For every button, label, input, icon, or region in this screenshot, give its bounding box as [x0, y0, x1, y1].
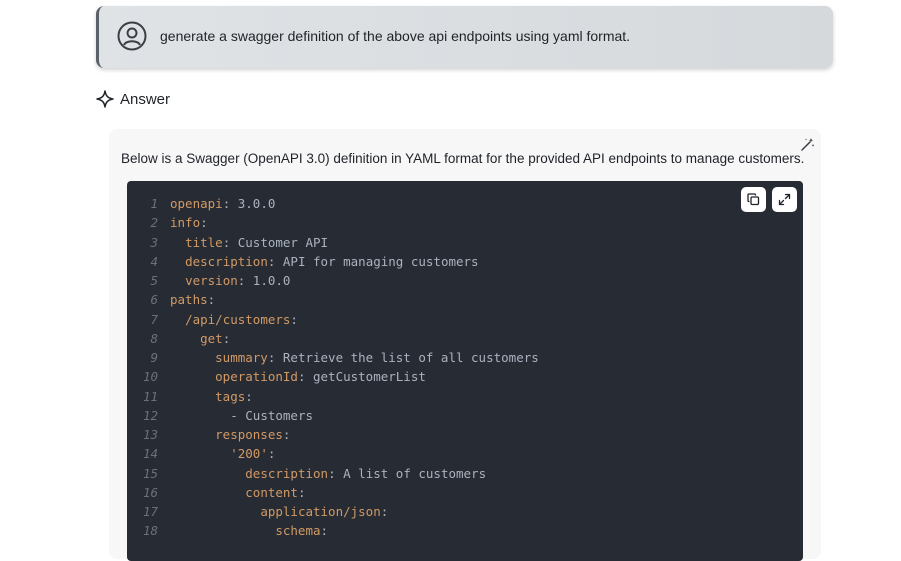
answer-title: Answer: [120, 90, 171, 108]
code-text: title: Customer API: [185, 234, 329, 250]
code-line: 12 - Customers: [127, 406, 539, 425]
line-number: 8: [150, 330, 158, 346]
code-text: description: A list of customers: [245, 465, 487, 481]
code-line: 11 tags:: [127, 387, 539, 406]
code-lines: 1 openapi: 3.0.0 2 info: 3 title: Customer A…: [127, 194, 539, 541]
code-text: operationId: getCustomerList: [215, 369, 426, 385]
user-circle-icon: [117, 21, 147, 51]
code-block: 1 openapi: 3.0.0 2 info: 3 title: Customer A…: [127, 181, 803, 561]
code-line: 3 title: Customer API: [127, 233, 539, 252]
expand-button[interactable]: [772, 187, 797, 212]
line-number: 9: [150, 350, 158, 365]
code-text: paths:: [170, 292, 216, 308]
copy-button[interactable]: [741, 187, 766, 212]
line-number: 14: [142, 446, 158, 462]
code-text: get:: [200, 330, 231, 346]
code-text: openapi: 3.0.0: [170, 196, 276, 211]
magic-wand-icon[interactable]: [800, 137, 815, 152]
code-text: /api/customers:: [185, 311, 298, 327]
code-text: version: 1.0.0: [185, 273, 291, 288]
code-text: schema:: [275, 523, 329, 539]
user-prompt-bubble: generate a swagger definition of the abo…: [96, 6, 833, 68]
copy-icon: [747, 193, 760, 206]
code-line: 13 responses:: [127, 425, 539, 444]
code-line: 2 info:: [127, 213, 539, 232]
sparkle-icon: [96, 90, 114, 108]
line-number: 2: [150, 215, 158, 231]
code-text: responses:: [215, 427, 291, 442]
line-number: 10: [142, 369, 158, 385]
line-number: 18: [142, 523, 158, 539]
code-line: 7 /api/customers:: [127, 310, 539, 329]
code-text: description: API for managing customers: [185, 253, 479, 269]
line-number: 3: [150, 234, 158, 250]
code-line: 1 openapi: 3.0.0: [127, 194, 539, 213]
line-number: 1: [150, 196, 158, 211]
line-number: 5: [150, 273, 158, 288]
code-text: - Customers: [230, 407, 314, 423]
line-number: 4: [150, 253, 158, 269]
code-line: 9 summary: Retrieve the list of all cust…: [127, 348, 539, 367]
code-line: 18 schema:: [127, 521, 539, 540]
code-line: 17 application/json:: [127, 502, 539, 521]
expand-icon: [778, 193, 791, 206]
code-text: '200':: [230, 446, 276, 462]
code-line: 16 content:: [127, 483, 539, 502]
answer-header: Answer: [96, 88, 170, 110]
line-number: 11: [142, 388, 158, 404]
code-line: 4 description: API for managing customer…: [127, 252, 539, 271]
code-line: 8 get:: [127, 329, 539, 348]
code-text: summary: Retrieve the list of all custom…: [215, 350, 539, 365]
line-number: 17: [142, 504, 158, 519]
line-number: 13: [142, 427, 158, 442]
code-text: application/json:: [260, 504, 389, 519]
code-text: content:: [245, 484, 306, 500]
answer-intro-text: Below is a Swagger (OpenAPI 3.0) definit…: [121, 151, 805, 166]
code-line: 5 version: 1.0.0: [127, 271, 539, 290]
line-number: 6: [150, 292, 158, 308]
line-number: 7: [150, 311, 158, 327]
code-line: 10 operationId: getCustomerList: [127, 367, 539, 386]
code-line: 14 '200':: [127, 444, 539, 463]
line-number: 15: [142, 465, 158, 481]
line-number: 12: [142, 407, 158, 423]
code-line: 6 paths:: [127, 290, 539, 309]
code-text: info:: [170, 215, 208, 231]
line-number: 16: [142, 484, 158, 500]
code-line: 15 description: A list of customers: [127, 464, 539, 483]
prompt-text: generate a swagger definition of the abo…: [160, 28, 631, 44]
code-text: tags:: [215, 388, 253, 404]
